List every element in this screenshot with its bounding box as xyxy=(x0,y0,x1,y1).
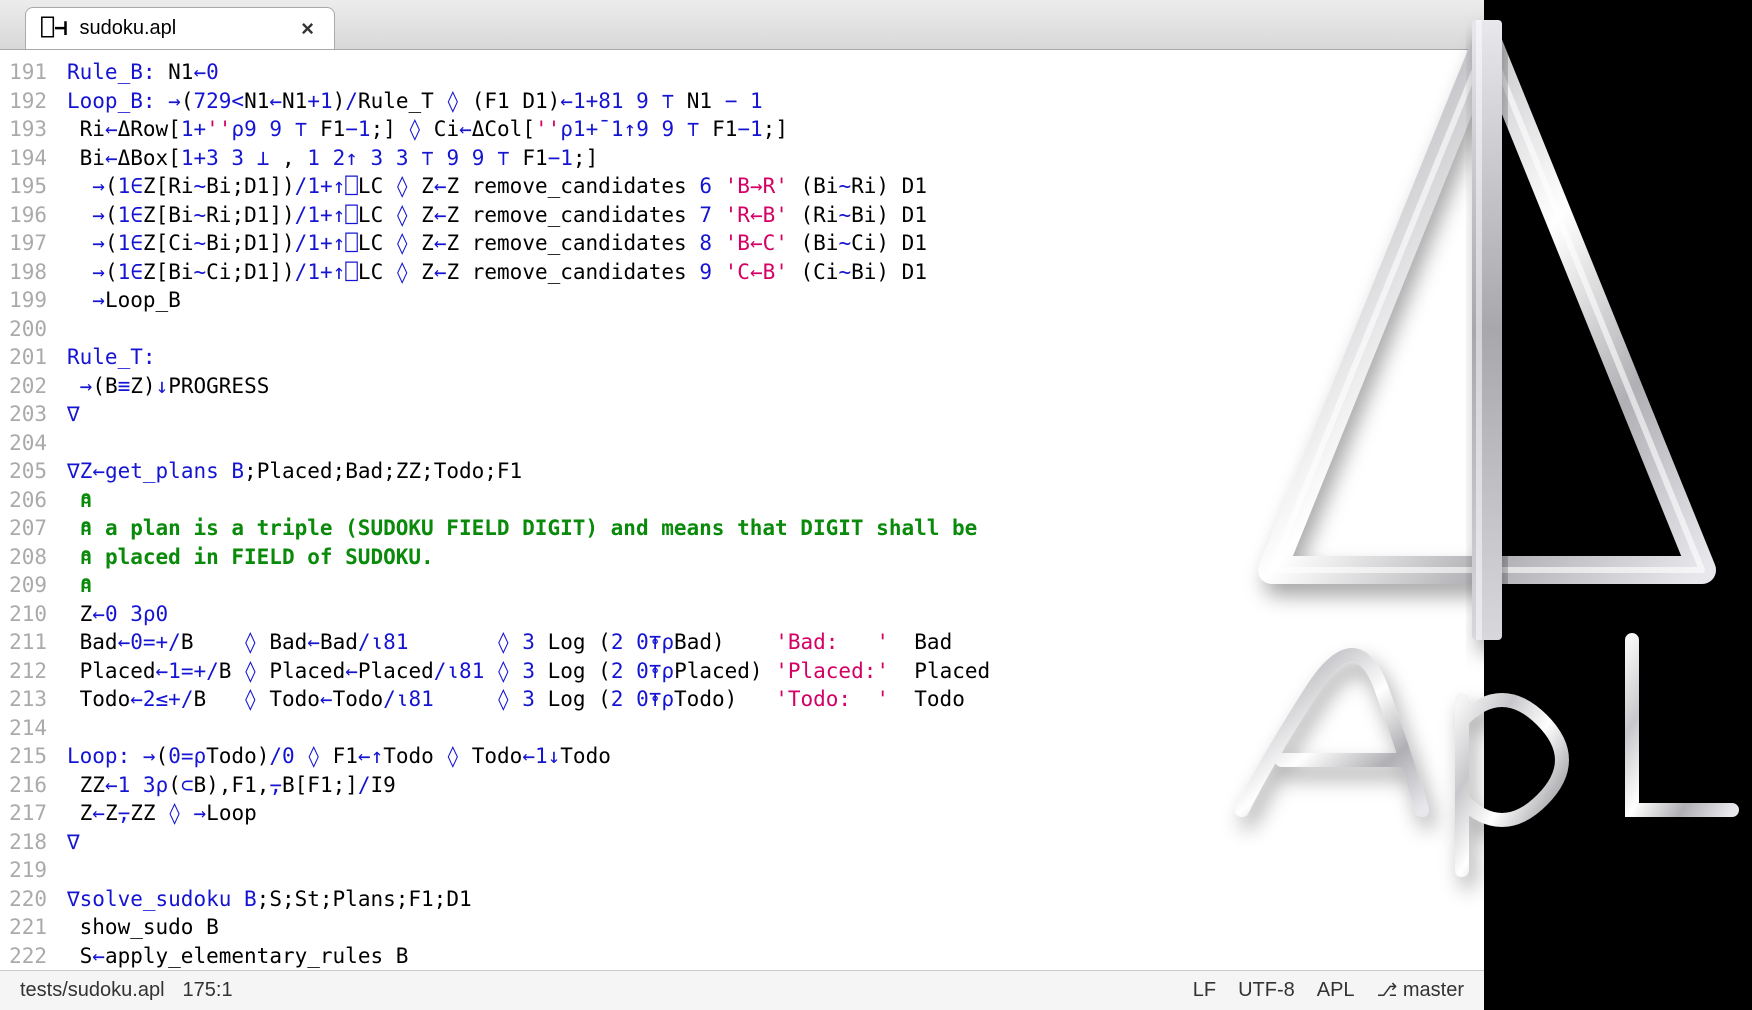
line-number: 195 xyxy=(0,172,47,201)
code-line[interactable]: Z←0 3⍴0 xyxy=(67,600,1484,629)
code-line[interactable] xyxy=(67,856,1484,885)
line-number: 218 xyxy=(0,828,47,857)
code-content[interactable]: Rule_B: N1←0Loop_B: →(729<N1←N1+1)/Rule_… xyxy=(55,50,1484,970)
line-number: 192 xyxy=(0,87,47,116)
code-line[interactable]: ⍝ xyxy=(67,571,1484,600)
line-number: 214 xyxy=(0,714,47,743)
code-line[interactable]: →(1∈Z[Bi~Ci;D1])/1+↑⎕LC ◊ Z←Z remove_can… xyxy=(67,258,1484,287)
line-number: 213 xyxy=(0,685,47,714)
line-number: 221 xyxy=(0,913,47,942)
code-line[interactable]: Bi←ΔBox[1+3 3 ⊥ , 1 2↑ 3 3 ⊤ 9 9 ⊤ F1−1;… xyxy=(67,144,1484,173)
status-bar: tests/sudoku.apl 175:1 LF UTF-8 APL ⎇ ma… xyxy=(0,970,1484,1010)
line-number: 216 xyxy=(0,771,47,800)
code-line[interactable] xyxy=(67,315,1484,344)
code-line[interactable]: ∇ xyxy=(67,828,1484,857)
code-line[interactable]: →Loop_B xyxy=(67,286,1484,315)
status-git[interactable]: ⎇ master xyxy=(1377,979,1464,1002)
line-number: 201 xyxy=(0,343,47,372)
line-number: 222 xyxy=(0,942,47,971)
code-line[interactable]: Rule_B: N1←0 xyxy=(67,58,1484,87)
code-line[interactable]: Placed←1=+/B ◊ Placed←Placed/⍳81 ◊ 3 Log… xyxy=(67,657,1484,686)
code-line[interactable]: →(1∈Z[Bi~Ri;D1])/1+↑⎕LC ◊ Z←Z remove_can… xyxy=(67,201,1484,230)
line-number: 198 xyxy=(0,258,47,287)
code-line[interactable]: show_sudo B xyxy=(67,913,1484,942)
close-icon[interactable]: × xyxy=(301,16,314,42)
code-area[interactable]: 1911921931941951961971981992002012022032… xyxy=(0,50,1484,970)
line-number: 208 xyxy=(0,543,47,572)
code-line[interactable]: Ri←ΔRow[1+''⍴9 9 ⊤ F1−1;] ◊ Ci←ΔCol[''⍴1… xyxy=(67,115,1484,144)
line-number: 199 xyxy=(0,286,47,315)
line-number: 194 xyxy=(0,144,47,173)
code-line[interactable]: →(1∈Z[Ci~Bi;D1])/1+↑⎕LC ◊ Z←Z remove_can… xyxy=(67,229,1484,258)
file-icon: ⎕⊣ xyxy=(41,16,68,41)
code-line[interactable]: ZZ←1 3⍴(⊂B),F1,⍪B[F1;]/I9 xyxy=(67,771,1484,800)
code-line[interactable]: Bad←0=+/B ◊ Bad←Bad/⍳81 ◊ 3 Log (2 0⍕⍴Ba… xyxy=(67,628,1484,657)
tab-sudoku[interactable]: ⎕⊣ sudoku.apl × xyxy=(25,7,335,49)
line-number: 197 xyxy=(0,229,47,258)
code-line[interactable]: ⍝ placed in FIELD of SUDOKU. xyxy=(67,543,1484,572)
line-number: 205 xyxy=(0,457,47,486)
code-line[interactable]: Loop_B: →(729<N1←N1+1)/Rule_T ◊ (F1 D1)←… xyxy=(67,87,1484,116)
line-number: 211 xyxy=(0,628,47,657)
code-line[interactable]: ∇ xyxy=(67,400,1484,429)
code-line[interactable]: ∇solve_sudoku B;S;St;Plans;F1;D1 xyxy=(67,885,1484,914)
code-line[interactable] xyxy=(67,429,1484,458)
code-line[interactable]: Loop: →(0=⍴Todo)/0 ◊ F1←↑Todo ◊ Todo←1↓T… xyxy=(67,742,1484,771)
status-encoding[interactable]: UTF-8 xyxy=(1238,979,1295,1002)
status-path[interactable]: tests/sudoku.apl xyxy=(20,979,165,1002)
line-number-gutter: 1911921931941951961971981992002012022032… xyxy=(0,50,55,970)
line-number: 220 xyxy=(0,885,47,914)
line-number: 217 xyxy=(0,799,47,828)
line-number: 191 xyxy=(0,58,47,87)
code-line[interactable]: →(B≡Z)↓PROGRESS xyxy=(67,372,1484,401)
line-number: 207 xyxy=(0,514,47,543)
line-number: 200 xyxy=(0,315,47,344)
tab-bar: ⎕⊣ sudoku.apl × xyxy=(0,0,1484,50)
status-eol[interactable]: LF xyxy=(1193,979,1216,1002)
code-line[interactable]: Todo←2≤+/B ◊ Todo←Todo/⍳81 ◊ 3 Log (2 0⍕… xyxy=(67,685,1484,714)
line-number: 215 xyxy=(0,742,47,771)
line-number: 209 xyxy=(0,571,47,600)
line-number: 196 xyxy=(0,201,47,230)
line-number: 193 xyxy=(0,115,47,144)
status-branch: master xyxy=(1403,979,1464,1001)
line-number: 203 xyxy=(0,400,47,429)
line-number: 219 xyxy=(0,856,47,885)
status-cursor[interactable]: 175:1 xyxy=(183,979,233,1002)
line-number: 204 xyxy=(0,429,47,458)
line-number: 210 xyxy=(0,600,47,629)
code-line[interactable]: ∇Z←get_plans B;Placed;Bad;ZZ;Todo;F1 xyxy=(67,457,1484,486)
git-branch-icon: ⎇ xyxy=(1377,980,1398,1000)
code-line[interactable] xyxy=(67,714,1484,743)
editor-window: ⎕⊣ sudoku.apl × 191192193194195196197198… xyxy=(0,0,1484,1010)
code-line[interactable]: ⍝ a plan is a triple (SUDOKU FIELD DIGIT… xyxy=(67,514,1484,543)
code-line[interactable]: Z←Z⍪ZZ ◊ →Loop xyxy=(67,799,1484,828)
code-line[interactable]: →(1∈Z[Ri~Bi;D1])/1+↑⎕LC ◊ Z←Z remove_can… xyxy=(67,172,1484,201)
line-number: 212 xyxy=(0,657,47,686)
line-number: 206 xyxy=(0,486,47,515)
status-language[interactable]: APL xyxy=(1317,979,1355,1002)
code-line[interactable]: Rule_T: xyxy=(67,343,1484,372)
code-line[interactable]: ⍝ xyxy=(67,486,1484,515)
code-line[interactable]: S←apply_elementary_rules B xyxy=(67,942,1484,971)
tab-filename: sudoku.apl xyxy=(80,17,177,40)
line-number: 202 xyxy=(0,372,47,401)
